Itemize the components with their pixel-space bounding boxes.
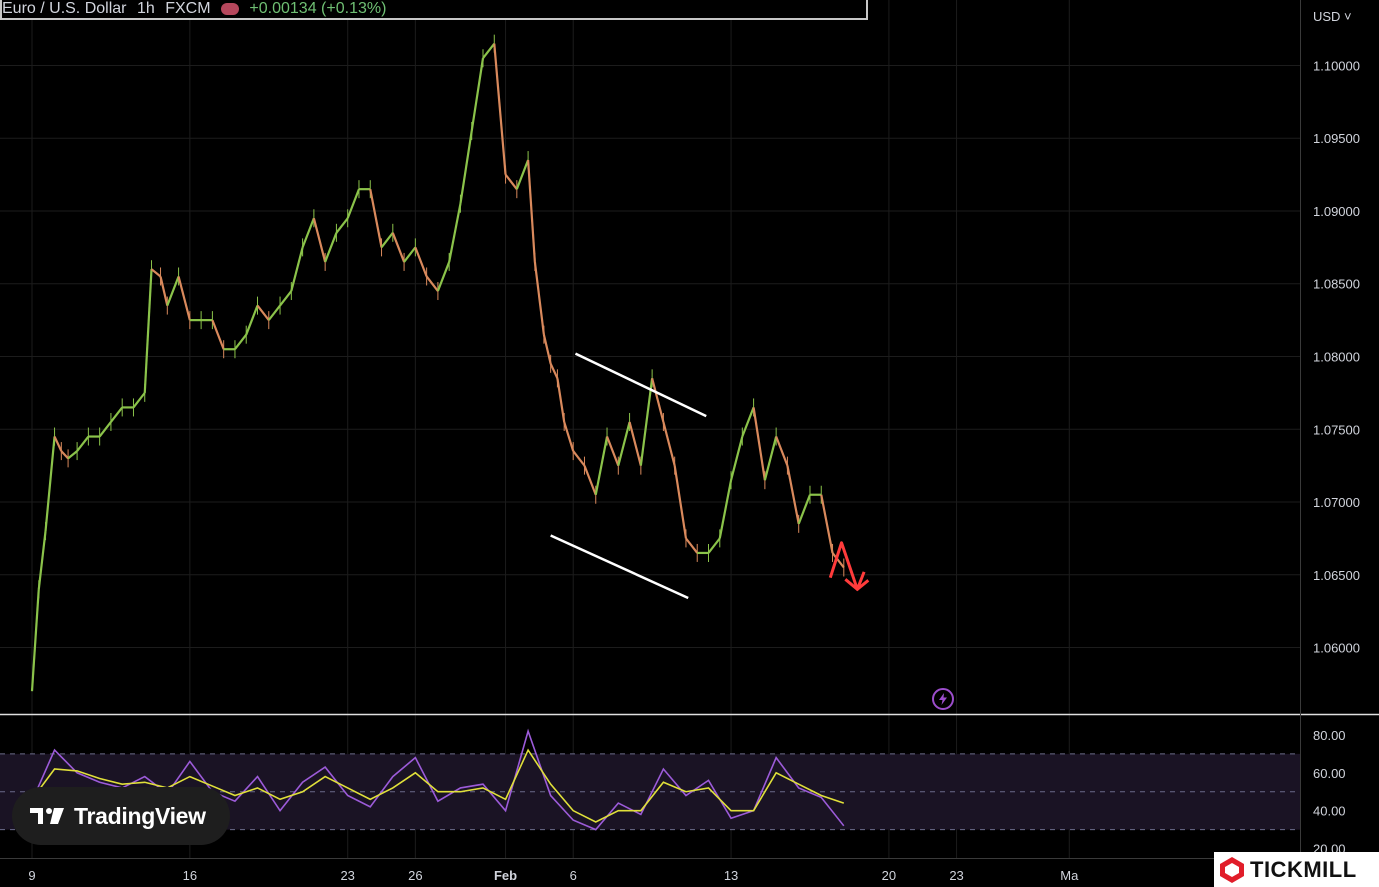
symbol-header[interactable]: Euro / U.S. Dollar 1h FXCM +0.00134 (+0.… bbox=[0, 0, 868, 20]
tickmill-mark-icon bbox=[1220, 856, 1244, 883]
time-tick-label: 23 bbox=[340, 868, 354, 883]
price-tick-label: 1.08500 bbox=[1313, 277, 1360, 292]
price-tick-label: 1.09000 bbox=[1313, 204, 1360, 219]
tickmill-logo: TICKMILL bbox=[1214, 852, 1379, 887]
time-tick-label: 13 bbox=[724, 868, 738, 883]
currency-selector[interactable]: USD ˅ bbox=[1313, 9, 1352, 24]
time-tick-label: 20 bbox=[882, 868, 896, 883]
rsi-tick-label: 60.00 bbox=[1313, 766, 1346, 781]
time-tick-label: 9 bbox=[28, 868, 35, 883]
tradingview-logo[interactable]: TradingView bbox=[12, 787, 230, 845]
price-tick-label: 1.10000 bbox=[1313, 58, 1360, 73]
tickmill-wordmark: TICKMILL bbox=[1250, 856, 1357, 882]
tradingview-wordmark: TradingView bbox=[74, 802, 206, 829]
time-tick-label: 16 bbox=[183, 868, 197, 883]
rsi-tick-label: 40.00 bbox=[1313, 804, 1346, 819]
rsi-tick-label: 80.00 bbox=[1313, 728, 1346, 743]
price-tick-label: 1.06500 bbox=[1313, 568, 1360, 583]
chart-canvas: 1.10000 1.09500 1.09000 1.08500 1.08000 1.075… bbox=[0, 0, 1379, 887]
symbol-name: Euro / U.S. Dollar bbox=[2, 0, 127, 17]
flag-icon bbox=[220, 2, 239, 15]
price-tick-label: 1.07000 bbox=[1313, 495, 1360, 510]
time-tick-label: 6 bbox=[570, 868, 577, 883]
price-tick-label: 1.07500 bbox=[1313, 422, 1360, 437]
price-tick-label: 1.09500 bbox=[1313, 131, 1360, 146]
tradingview-mark-icon bbox=[30, 808, 64, 824]
time-tick-label: 23 bbox=[949, 868, 963, 883]
time-tick-label: Ma bbox=[1060, 868, 1079, 883]
price-change: +0.00134 (+0.13%) bbox=[249, 0, 387, 17]
price-tick-label: 1.08000 bbox=[1313, 350, 1360, 365]
source-label: FXCM bbox=[165, 0, 211, 17]
price-tick-label: 1.06000 bbox=[1313, 641, 1360, 656]
time-tick-label: 26 bbox=[408, 868, 422, 883]
interval-label[interactable]: 1h bbox=[137, 0, 155, 17]
time-tick-label: Feb bbox=[494, 868, 517, 883]
lightning-icon[interactable] bbox=[932, 688, 954, 710]
